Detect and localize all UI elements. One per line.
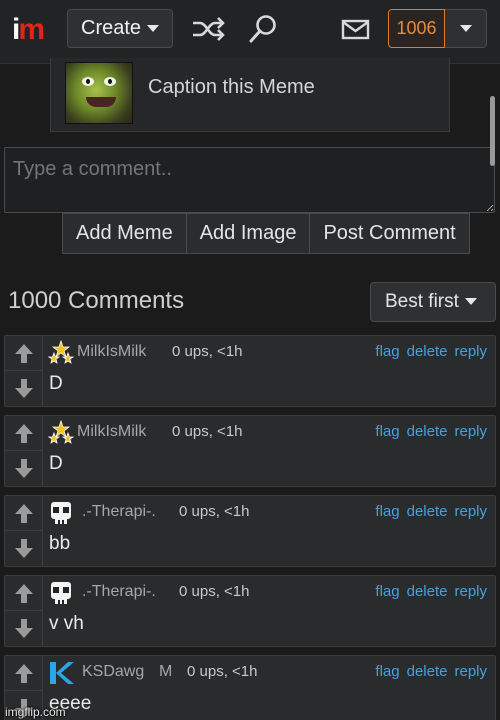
skull-icon[interactable] bbox=[48, 500, 74, 526]
notification-count[interactable]: 1006 bbox=[388, 9, 445, 48]
chevron-down-icon bbox=[464, 298, 477, 306]
comment-username[interactable]: .-Therapi-. bbox=[82, 503, 156, 521]
post-comment-button[interactable]: Post Comment bbox=[309, 213, 470, 254]
comment-links: flag delete reply bbox=[368, 343, 487, 360]
comment-actions: Add Meme Add Image Post Comment bbox=[62, 213, 470, 254]
shuffle-icon[interactable] bbox=[190, 12, 226, 46]
sort-dropdown[interactable]: Best first bbox=[370, 282, 496, 322]
reply-link[interactable]: reply bbox=[454, 423, 487, 440]
downvote-arrow-icon[interactable] bbox=[5, 371, 43, 406]
comment-links: flag delete reply bbox=[368, 663, 487, 680]
comment-links: flag delete reply bbox=[368, 423, 487, 440]
comment-username[interactable]: MilkIsMilk bbox=[77, 343, 146, 361]
comment-text: bb bbox=[49, 533, 71, 554]
comment-username[interactable]: .-Therapi-. bbox=[82, 583, 156, 601]
flag-link[interactable]: flag bbox=[375, 343, 399, 360]
upvote-arrow-icon[interactable] bbox=[5, 336, 43, 371]
comment-card: KSDawg M 0 ups, <1h flag delete reply eeee bbox=[4, 655, 496, 720]
k-logo-icon[interactable] bbox=[48, 660, 74, 686]
stars-icon[interactable] bbox=[47, 419, 75, 446]
create-label: Create bbox=[81, 17, 142, 39]
delete-link[interactable]: delete bbox=[407, 343, 448, 360]
comment-meta: 0 ups, <1h bbox=[179, 503, 250, 520]
thumb-eye bbox=[104, 77, 116, 86]
comment-meta: 0 ups, <1h bbox=[172, 423, 243, 440]
comment-meta: 0 ups, <1h bbox=[187, 663, 258, 680]
imgflip-watermark: imgflip.com bbox=[5, 705, 66, 719]
delete-link[interactable]: delete bbox=[407, 423, 448, 440]
upvote-arrow-icon[interactable] bbox=[5, 576, 43, 611]
chevron-down-icon bbox=[147, 25, 160, 33]
notification-dropdown[interactable] bbox=[445, 9, 487, 48]
comment-meta: 0 ups, <1h bbox=[172, 343, 243, 360]
comment-card: .-Therapi-. 0 ups, <1h flag delete reply bb bbox=[4, 495, 496, 567]
delete-link[interactable]: delete bbox=[407, 503, 448, 520]
reply-link[interactable]: reply bbox=[454, 663, 487, 680]
create-button[interactable]: Create bbox=[67, 9, 173, 48]
reply-link[interactable]: reply bbox=[454, 583, 487, 600]
comment-input[interactable] bbox=[4, 147, 495, 213]
skull-icon[interactable] bbox=[48, 580, 74, 606]
reply-link[interactable]: reply bbox=[454, 503, 487, 520]
upvote-arrow-icon[interactable] bbox=[5, 656, 43, 691]
top-bar: im Create 1006 bbox=[0, 0, 500, 64]
chevron-down-icon bbox=[459, 25, 472, 33]
reply-link[interactable]: reply bbox=[454, 343, 487, 360]
comments-count: 1000 Comments bbox=[8, 287, 185, 314]
caption-this-meme-label: Caption this Meme bbox=[148, 76, 315, 98]
mod-badge: M bbox=[159, 663, 173, 680]
flag-link[interactable]: flag bbox=[375, 663, 399, 680]
add-image-button[interactable]: Add Image bbox=[185, 213, 311, 254]
comment-card: .-Therapi-. 0 ups, <1h flag delete reply v vh bbox=[4, 575, 496, 647]
sort-label: Best first bbox=[385, 291, 459, 312]
stars-icon[interactable] bbox=[47, 339, 75, 366]
downvote-arrow-icon[interactable] bbox=[5, 451, 43, 486]
thumb-eye bbox=[82, 77, 94, 86]
comment-username[interactable]: KSDawg bbox=[82, 663, 144, 681]
comment-meta: 0 ups, <1h bbox=[179, 583, 250, 600]
comment-text: D bbox=[49, 373, 63, 394]
meme-thumbnail bbox=[65, 62, 133, 124]
flag-link[interactable]: flag bbox=[375, 423, 399, 440]
thumb-mouth bbox=[86, 97, 116, 107]
comment-text: v vh bbox=[49, 613, 84, 634]
imgflip-logo[interactable]: im bbox=[12, 12, 56, 48]
downvote-arrow-icon[interactable] bbox=[5, 531, 43, 566]
comment-card: MilkIsMilk 0 ups, <1h flag delete reply D bbox=[4, 335, 496, 407]
flag-link[interactable]: flag bbox=[375, 583, 399, 600]
search-icon[interactable] bbox=[245, 12, 281, 46]
flag-link[interactable]: flag bbox=[375, 503, 399, 520]
scrollbar[interactable] bbox=[490, 96, 495, 166]
upvote-arrow-icon[interactable] bbox=[5, 416, 43, 451]
comment-card: MilkIsMilk 0 ups, <1h flag delete reply D bbox=[4, 415, 496, 487]
delete-link[interactable]: delete bbox=[407, 583, 448, 600]
downvote-arrow-icon[interactable] bbox=[5, 611, 43, 646]
comment-text: D bbox=[49, 453, 63, 474]
comment-links: flag delete reply bbox=[368, 503, 487, 520]
comment-username[interactable]: MilkIsMilk bbox=[77, 423, 146, 441]
caption-meme-panel[interactable]: Caption this Meme bbox=[50, 58, 450, 132]
mail-icon[interactable] bbox=[338, 12, 374, 46]
comment-links: flag delete reply bbox=[368, 583, 487, 600]
add-meme-button[interactable]: Add Meme bbox=[62, 213, 187, 254]
delete-link[interactable]: delete bbox=[407, 663, 448, 680]
upvote-arrow-icon[interactable] bbox=[5, 496, 43, 531]
